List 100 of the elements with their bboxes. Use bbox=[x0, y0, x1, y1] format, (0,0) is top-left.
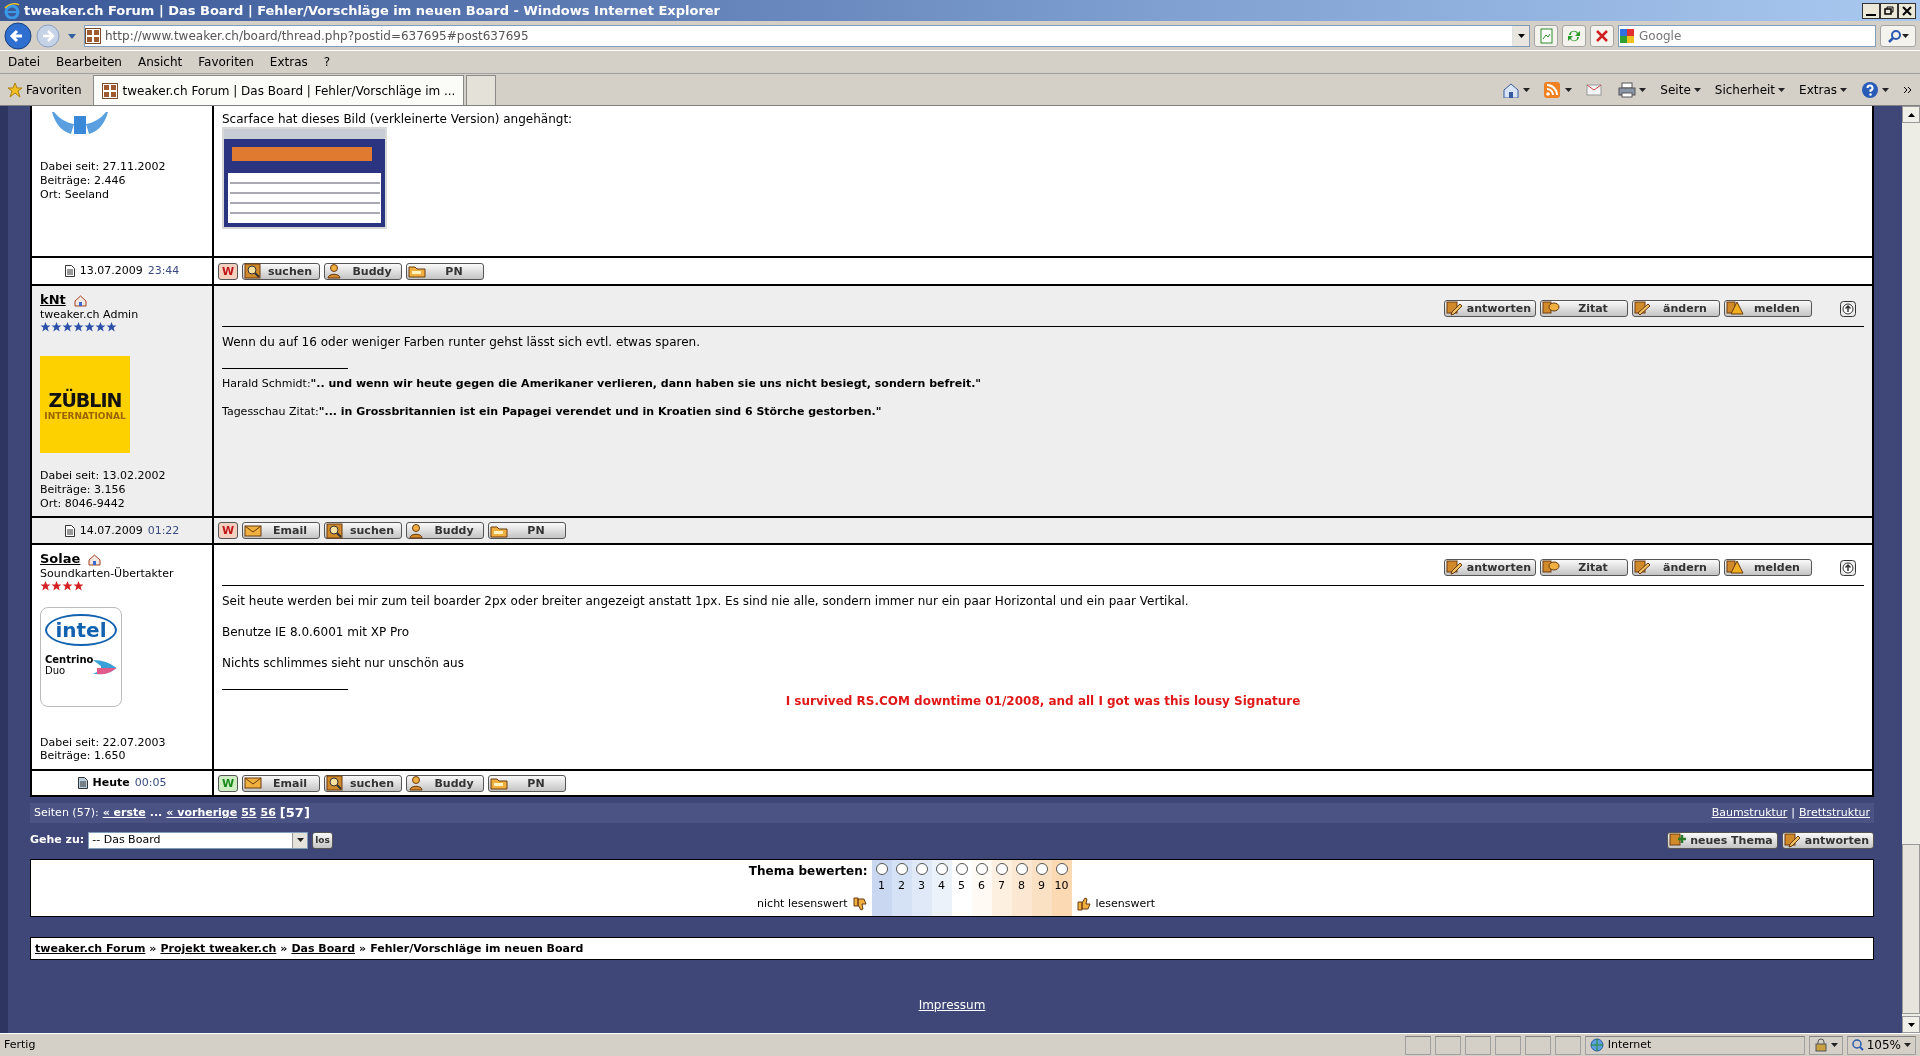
search-field[interactable]: Google bbox=[1635, 28, 1875, 43]
username-link[interactable]: Solae bbox=[40, 551, 81, 568]
minimize-icon bbox=[1866, 13, 1876, 16]
rating-number: 3 bbox=[918, 879, 926, 893]
page-link[interactable]: 56 bbox=[260, 806, 276, 820]
radio-button[interactable] bbox=[955, 863, 968, 875]
breadcrumb-link[interactable]: tweaker.ch Forum bbox=[35, 941, 146, 956]
radio-button[interactable] bbox=[935, 863, 948, 875]
search-button[interactable]: suchen bbox=[324, 774, 402, 792]
search-box[interactable]: Google bbox=[1618, 24, 1876, 47]
zoom-button[interactable]: 105% bbox=[1846, 1035, 1916, 1055]
radio-button[interactable] bbox=[1035, 863, 1048, 875]
homepage-button[interactable]: W bbox=[218, 774, 238, 792]
restore-button[interactable] bbox=[1880, 2, 1898, 19]
radio-button[interactable] bbox=[875, 863, 888, 875]
user-stat: Beiträge: 2.446 bbox=[40, 173, 127, 188]
caret-icon bbox=[1565, 87, 1573, 92]
page-link[interactable]: « vorherige bbox=[166, 806, 238, 820]
browser-tab[interactable]: tweaker.ch Forum | Das Board | Fehler/Vorschläge im ... bbox=[92, 75, 465, 105]
radio-button[interactable] bbox=[1015, 863, 1028, 875]
menu-item[interactable]: Favoriten bbox=[190, 55, 262, 69]
google-logo-icon bbox=[1619, 27, 1635, 44]
report-button[interactable]: melden bbox=[1724, 558, 1812, 576]
command-menu[interactable]: Extras bbox=[1796, 82, 1850, 97]
address-bar[interactable]: http://www.tweaker.ch/board/thread.php?postid=637695#post637695 bbox=[84, 24, 1530, 47]
chevron-icon bbox=[1903, 85, 1913, 94]
buddy-button[interactable]: Buddy bbox=[406, 522, 484, 539]
buddy-button[interactable]: Buddy bbox=[406, 774, 484, 792]
footer-link[interactable]: Impressum bbox=[918, 998, 986, 1012]
protected-mode-button[interactable] bbox=[1808, 1035, 1843, 1055]
globe-icon bbox=[1589, 1038, 1604, 1052]
user-stat: Ort: Seeland bbox=[40, 187, 110, 202]
help-icon bbox=[1861, 80, 1879, 99]
favicon-icon bbox=[85, 27, 101, 44]
forum-select[interactable]: -- Das Board bbox=[88, 831, 309, 849]
refresh-button[interactable] bbox=[1562, 24, 1586, 47]
edit-button[interactable]: ändern bbox=[1632, 299, 1720, 317]
menu-item[interactable]: ? bbox=[315, 55, 339, 69]
close-icon bbox=[1902, 5, 1912, 16]
person-icon bbox=[326, 263, 344, 279]
close-button[interactable] bbox=[1898, 2, 1916, 19]
search-button[interactable]: suchen bbox=[242, 262, 320, 280]
menu-item[interactable]: Extras bbox=[261, 55, 316, 69]
homepage-button[interactable]: W bbox=[218, 522, 238, 539]
page-link[interactable]: 55 bbox=[241, 806, 257, 820]
security-zone: Internet bbox=[1584, 1035, 1805, 1055]
rating-number: 2 bbox=[898, 879, 906, 893]
address-field[interactable]: http://www.tweaker.ch/board/thread.php?postid=637695#post637695 bbox=[101, 28, 1512, 43]
breadcrumb-link[interactable]: Das Board bbox=[291, 941, 355, 956]
post-text: Wenn du auf 16 oder weniger Farben runter gehst lässt sich evtl. etwas sparen. bbox=[222, 335, 701, 350]
quote-button[interactable]: Zitat bbox=[1540, 299, 1628, 317]
breadcrumb-link[interactable]: Projekt tweaker.ch bbox=[160, 941, 277, 956]
edit-button[interactable]: ändern bbox=[1632, 558, 1720, 576]
pm-button[interactable]: PN bbox=[406, 262, 484, 280]
homepage-button[interactable]: W bbox=[218, 262, 238, 280]
radio-button[interactable] bbox=[1055, 863, 1068, 875]
page-link[interactable]: « erste bbox=[102, 806, 146, 820]
username-link[interactable]: kNt bbox=[40, 292, 66, 309]
buddy-button[interactable]: Buddy bbox=[324, 262, 402, 280]
minimize-button[interactable] bbox=[1862, 2, 1880, 19]
rating-number: 10 bbox=[1054, 879, 1069, 893]
post-time: 01:22 bbox=[147, 523, 180, 538]
new-thread-button[interactable]: neues Thema bbox=[1667, 831, 1778, 849]
menu-item[interactable]: Datei bbox=[0, 55, 48, 69]
pencil-icon bbox=[1634, 559, 1652, 575]
radio-button[interactable] bbox=[995, 863, 1008, 875]
avatar-logo: ZÜBLIN INTERNATIONAL bbox=[40, 356, 130, 453]
scroll-up-button[interactable] bbox=[1902, 106, 1920, 123]
radio-button[interactable] bbox=[975, 863, 988, 875]
star-icon bbox=[7, 81, 23, 98]
search-button[interactable] bbox=[1880, 24, 1916, 47]
reply-button[interactable]: antworten bbox=[1781, 831, 1874, 849]
post-text: Benutze IE 8.0.6001 mit XP Pro bbox=[222, 625, 411, 640]
stop-button[interactable] bbox=[1590, 24, 1614, 47]
pm-button[interactable]: PN bbox=[488, 774, 566, 792]
back-button[interactable] bbox=[4, 21, 32, 50]
new-tab-button[interactable] bbox=[466, 75, 497, 105]
go-button[interactable]: los bbox=[312, 831, 333, 849]
view-link[interactable]: Brettstruktur bbox=[1799, 806, 1870, 820]
document-icon bbox=[64, 524, 75, 537]
reply-button[interactable]: antworten bbox=[1443, 558, 1536, 576]
reply-button[interactable]: antworten bbox=[1443, 299, 1536, 317]
radio-button[interactable] bbox=[915, 863, 928, 875]
dropdown-button[interactable] bbox=[1512, 25, 1529, 46]
email-button[interactable]: Email bbox=[242, 774, 320, 792]
report-button[interactable]: melden bbox=[1724, 299, 1812, 317]
quote-button[interactable]: Zitat bbox=[1540, 558, 1628, 576]
menu-item[interactable]: Ansicht bbox=[129, 55, 191, 69]
menu-item[interactable]: Bearbeiten bbox=[48, 55, 130, 69]
breadcrumb-separator: » bbox=[149, 941, 157, 956]
command-menu[interactable]: Sicherheit bbox=[1711, 82, 1789, 97]
radio-button[interactable] bbox=[895, 863, 908, 875]
scroll-down-button[interactable] bbox=[1902, 1016, 1920, 1033]
view-link[interactable]: Baumstruktur bbox=[1711, 806, 1788, 820]
speech-bubble-icon bbox=[1542, 559, 1560, 575]
favorites-button[interactable]: Favoriten bbox=[4, 81, 85, 98]
pm-button[interactable]: PN bbox=[488, 522, 566, 539]
command-menu[interactable]: Seite bbox=[1657, 82, 1704, 97]
email-button[interactable]: Email bbox=[242, 522, 320, 539]
search-button[interactable]: suchen bbox=[324, 522, 402, 539]
